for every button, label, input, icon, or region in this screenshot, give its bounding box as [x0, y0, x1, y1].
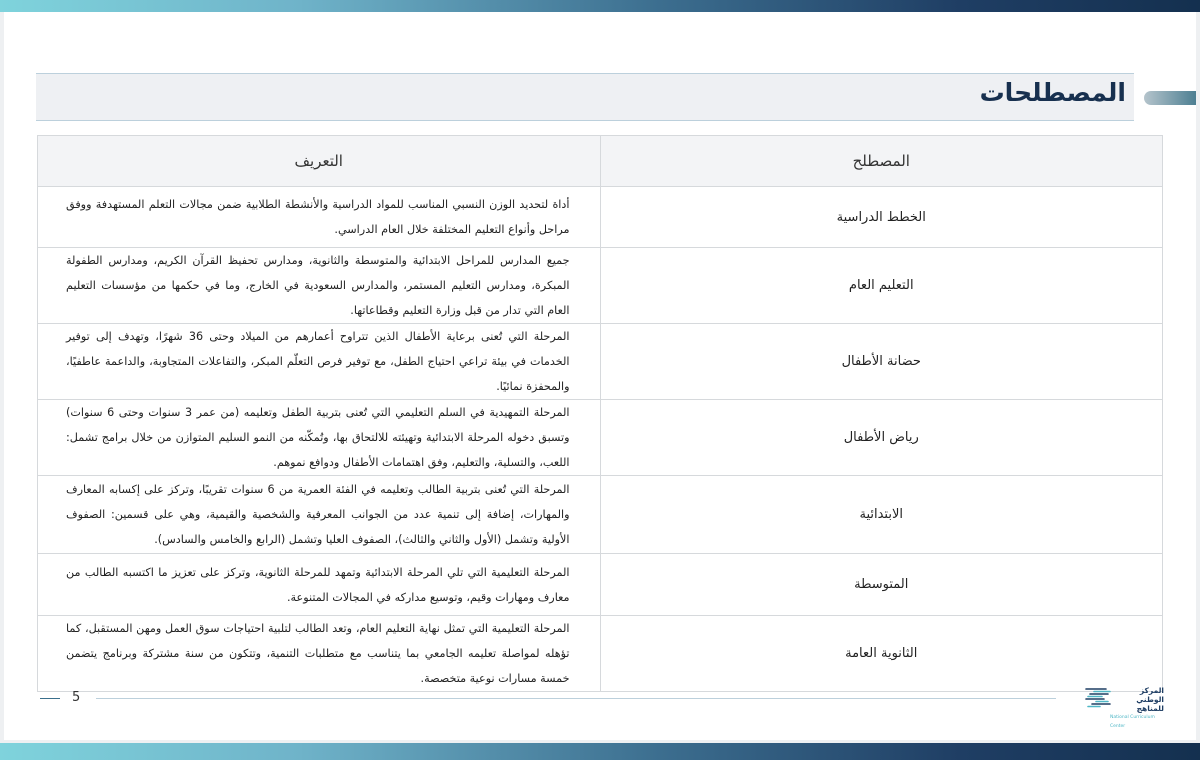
ncc-logo-text: المركز الوطني للمناهج National Curriculu… — [1110, 686, 1164, 731]
term-cell: حضانة الأطفال — [599, 323, 1163, 400]
table-row: حضانة الأطفال المرحلة التي تُعنى برعاية … — [37, 323, 1163, 400]
terms-table: المصطلح التعريف الخطط الدراسية أداة لتحد… — [37, 135, 1163, 692]
definition-cell: أداة لتحديد الوزن النسبي المناسب للمواد … — [37, 186, 601, 248]
definition-cell: المرحلة التمهيدية في السلم التعليمي التي… — [37, 399, 601, 476]
term-cell: الخطط الدراسية — [599, 186, 1163, 248]
term-cell: رياض الأطفال — [599, 399, 1163, 476]
table-row: الثانوية العامة المرحلة التعليمية التي ت… — [37, 615, 1163, 692]
logo-line-1: المركز الوطني — [1136, 686, 1164, 704]
table-row: المتوسطة المرحلة التعليمية التي تلي المر… — [37, 553, 1163, 616]
footer-accent-line — [40, 698, 60, 699]
logo-line-3: National Curriculum Center — [1110, 715, 1155, 729]
definition-cell: المرحلة التعليمية التي تلي المرحلة الابت… — [37, 553, 601, 616]
header-term: المصطلح — [599, 135, 1163, 187]
title-accent-bar — [1144, 91, 1196, 105]
definition-cell: جميع المدارس للمراحل الابتدائية والمتوسط… — [37, 247, 601, 324]
term-cell: التعليم العام — [599, 247, 1163, 324]
header-definition: التعريف — [37, 135, 601, 187]
definition-cell: المرحلة التعليمية التي تمثل نهاية التعلي… — [37, 615, 601, 692]
term-cell: المتوسطة — [599, 553, 1163, 616]
top-decorative-band — [0, 0, 1200, 12]
table-header-row: المصطلح التعريف — [37, 135, 1163, 187]
table-row: الابتدائية المرحلة التي تُعنى بتربية الط… — [37, 475, 1163, 554]
bottom-decorative-band — [0, 743, 1200, 760]
table-row: الخطط الدراسية أداة لتحديد الوزن النسبي … — [37, 186, 1163, 248]
definition-cell: المرحلة التي تُعنى برعاية الأطفال الذين … — [37, 323, 601, 400]
term-cell: الثانوية العامة — [599, 615, 1163, 692]
definition-cell: المرحلة التي تُعنى بتربية الطالب وتعليمه… — [37, 475, 601, 554]
logo-line-2: للمناهج — [1136, 704, 1164, 713]
title-bar — [36, 73, 1134, 121]
table-row: التعليم العام جميع المدارس للمراحل الابت… — [37, 247, 1163, 324]
footer-divider — [96, 698, 1056, 699]
page-title: المصطلحات — [979, 78, 1126, 107]
table-row: رياض الأطفال المرحلة التمهيدية في السلم … — [37, 399, 1163, 476]
page-number: 5 — [72, 690, 81, 705]
term-cell: الابتدائية — [599, 475, 1163, 554]
